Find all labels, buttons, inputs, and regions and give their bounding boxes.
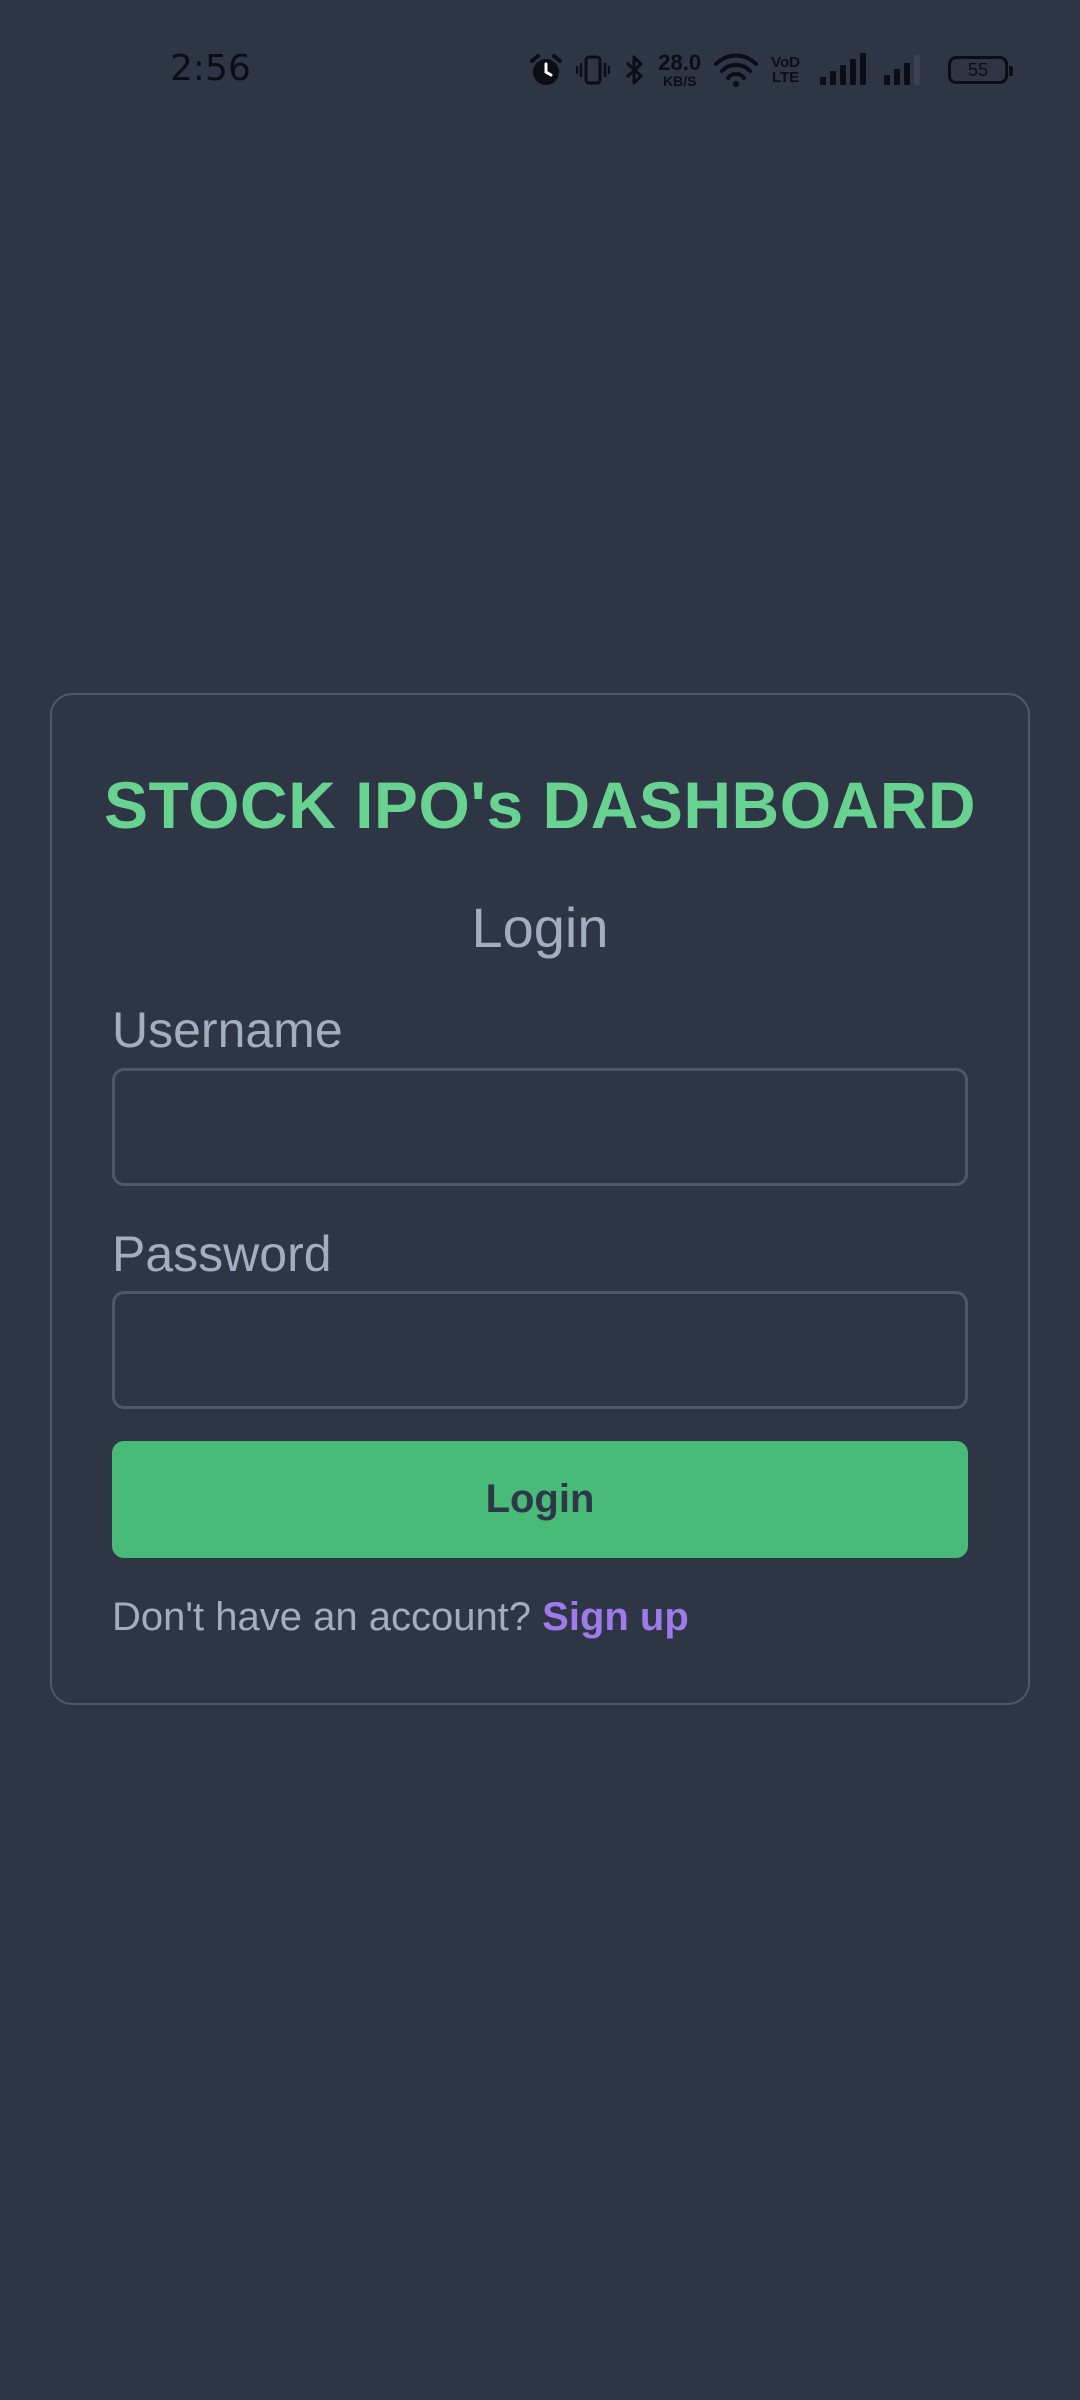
battery-icon: 55 [948,56,1013,84]
wifi-icon [713,52,759,88]
volte-top: VoD [771,54,800,71]
bluetooth-icon [622,53,646,87]
login-card: STOCK IPO's DASHBOARD Login Username Pas… [50,693,1030,1705]
app-title: STOCK IPO's DASHBOARD [103,768,977,842]
net-speed-value: 28.0 [658,50,702,75]
net-speed-unit: KB/S [662,73,697,89]
net-speed-indicator: 28.0 KB/S [658,50,702,89]
username-label: Username [112,1002,343,1058]
signup-prompt: Don't have an account? [112,1595,543,1639]
login-heading: Login [471,896,609,959]
status-time: 2:56 [170,48,251,89]
signal-icon [882,53,928,87]
signal-icon [812,53,870,87]
signup-row: Don't have an account? Sign up [112,1595,689,1640]
password-label: Password [112,1226,332,1282]
signup-link[interactable]: Sign up [542,1595,689,1639]
status-bar: 2:56 28.0 KB/S VoD LTE 55 [0,0,1080,145]
volte-indicator: VoD LTE [771,55,800,85]
volte-bottom: LTE [771,69,800,86]
username-input[interactable] [112,1068,968,1186]
alarm-icon [528,52,564,88]
status-icons: 28.0 KB/S VoD LTE 55 [528,48,1013,92]
password-input[interactable] [112,1291,968,1409]
login-button[interactable]: Login [112,1441,968,1558]
vibrate-icon [576,53,611,87]
battery-level: 55 [967,59,989,80]
